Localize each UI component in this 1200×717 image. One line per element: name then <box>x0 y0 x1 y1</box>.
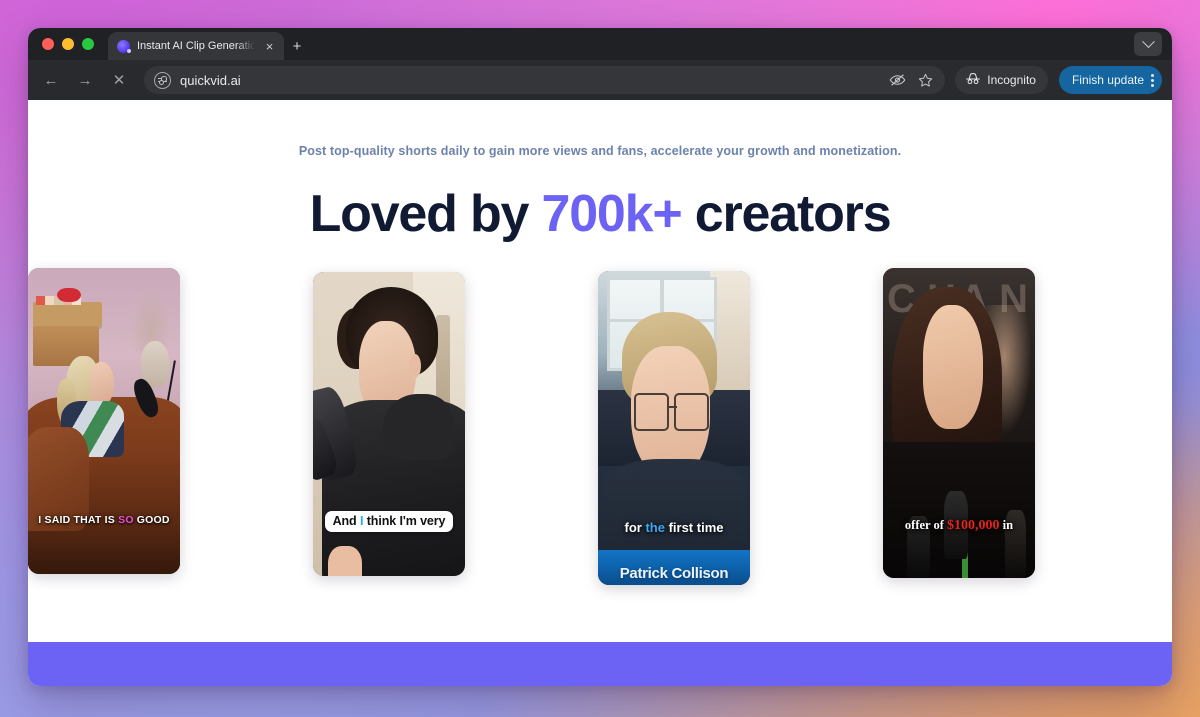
caption-1-highlight: SO <box>118 514 134 526</box>
browser-window: Instant AI Clip Generation | Qu × + ← → … <box>28 28 1172 686</box>
page-subtitle: Post top-quality shorts daily to gain mo… <box>298 144 902 158</box>
tab-search-button[interactable] <box>1134 32 1162 56</box>
headline-after: creators <box>681 185 892 243</box>
browser-tab[interactable]: Instant AI Clip Generation | Qu × <box>108 32 284 60</box>
caption-3-highlight: the <box>645 520 665 535</box>
browser-toolbar: ← → ✕ quickvid.ai Incognito Finish updat… <box>28 60 1172 100</box>
back-button[interactable]: ← <box>36 65 66 95</box>
caption-1-before: I SAID THAT IS <box>38 514 119 526</box>
url-text: quickvid.ai <box>180 72 241 88</box>
finish-update-label: Finish update <box>1071 73 1144 87</box>
caption-2-before: And <box>332 514 360 528</box>
incognito-indicator[interactable]: Incognito <box>955 66 1048 94</box>
clip-card-1[interactable]: I SAID THAT IS SO GOOD <box>28 268 180 574</box>
clip-caption-1: I SAID THAT IS SO GOOD <box>28 514 180 526</box>
clip-cards-row: I SAID THAT IS SO GOOD And I think I'm v… <box>28 268 1172 642</box>
clip-3-name-banner: Patrick Collison <box>598 550 750 585</box>
quickvid-favicon-icon <box>117 39 131 53</box>
headline-accent: 700k+ <box>541 185 682 243</box>
clip-card-2[interactable]: And I think I'm very <box>313 272 465 576</box>
headline-before: Loved by <box>309 185 542 243</box>
address-bar[interactable]: quickvid.ai <box>144 66 946 94</box>
caption-4-before: offer of <box>904 518 948 532</box>
finish-update-button[interactable]: Finish update <box>1058 66 1162 94</box>
clip-caption-2: And I think I'm very <box>313 511 465 532</box>
caption-1-after: GOOD <box>133 514 170 526</box>
clip-caption-3: for the first time <box>598 520 750 535</box>
incognito-hat-icon <box>965 72 981 88</box>
close-tab-icon[interactable]: × <box>262 39 277 54</box>
eye-slash-icon[interactable] <box>889 73 906 87</box>
tab-strip: Instant AI Clip Generation | Qu × + <box>28 28 1172 60</box>
clip-card-4[interactable]: CHAN offer of $100,000 in <box>883 268 1035 578</box>
page-content: Post top-quality shorts daily to gain mo… <box>28 100 1172 686</box>
caption-4-after: in <box>999 518 1014 532</box>
footer-band <box>28 642 1172 686</box>
caption-2-after: think I'm very <box>363 514 446 528</box>
caption-3-after: first time <box>664 520 724 535</box>
caption-4-highlight: $100,000 <box>947 518 1000 533</box>
chevron-down-icon <box>1141 34 1155 48</box>
close-window-button[interactable] <box>42 38 54 50</box>
page-title: Loved by 700k+ creators <box>28 184 1172 244</box>
traffic-lights <box>42 28 108 60</box>
new-tab-button[interactable]: + <box>284 32 310 60</box>
maximize-window-button[interactable] <box>82 38 94 50</box>
incognito-label: Incognito <box>987 73 1036 87</box>
caption-3-before: for <box>624 520 646 535</box>
tab-title: Instant AI Clip Generation | Qu <box>137 40 255 52</box>
tune-icon[interactable] <box>154 71 171 89</box>
clip-thumbnail-1 <box>28 268 180 574</box>
clip-card-3[interactable]: for the first time Patrick Collison <box>598 271 750 585</box>
minimize-window-button[interactable] <box>62 38 74 50</box>
kebab-menu-icon[interactable] <box>1151 73 1154 87</box>
clip-caption-4: offer of $100,000 in <box>883 518 1035 534</box>
star-icon[interactable] <box>918 73 933 88</box>
clip-3-speaker-name: Patrick Collison <box>619 564 729 582</box>
clip-thumbnail-3 <box>598 271 750 585</box>
stop-loading-button[interactable]: ✕ <box>104 65 134 95</box>
forward-button[interactable]: → <box>70 65 100 95</box>
